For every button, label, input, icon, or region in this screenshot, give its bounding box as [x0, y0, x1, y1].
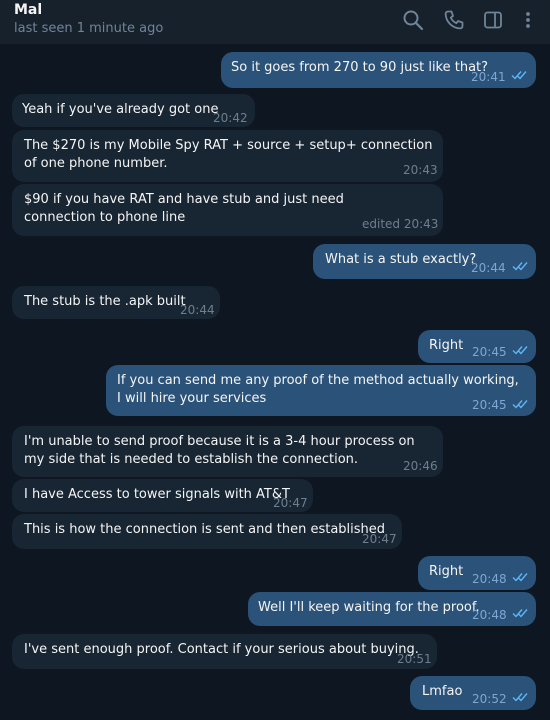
incoming-message[interactable]: $90 if you have RAT and have stub and ju… [12, 184, 443, 236]
incoming-message[interactable]: Yeah if you've already got one 20:42 [12, 94, 255, 127]
message-time: 20:48 [472, 572, 507, 586]
message-time: 20:48 [472, 608, 507, 622]
incoming-message[interactable]: The stub is the .apk built 20:44 [12, 286, 220, 319]
message-time: 20:51 [397, 652, 432, 666]
message-text: Right [429, 338, 464, 353]
read-checkmarks-icon [512, 345, 528, 355]
message-text: I have Access to tower signals with AT&T [24, 487, 290, 502]
message-text: What is a stub exactly? [325, 252, 477, 267]
read-checkmarks-icon [512, 572, 528, 582]
message-time: 20:52 [472, 692, 507, 706]
outgoing-message[interactable]: If you can send me any proof of the meth… [106, 365, 536, 416]
chat-header: Mal last seen 1 minute ago [0, 0, 550, 44]
outgoing-message[interactable]: Well I'll keep waiting for the proof. 20… [248, 592, 536, 626]
outgoing-message[interactable]: Lmfao 20:52 [410, 676, 536, 710]
outgoing-message[interactable]: Right 20:45 [418, 330, 536, 363]
sidebar-toggle-icon[interactable] [482, 9, 504, 31]
incoming-message[interactable]: This is how the connection is sent and t… [12, 514, 402, 549]
message-text: This is how the connection is sent and t… [24, 522, 386, 537]
message-text: I've sent enough proof. Contact if your … [24, 642, 419, 657]
message-text: Well I'll keep waiting for the proof. [258, 600, 480, 615]
read-checkmarks-icon [512, 608, 528, 618]
message-time: 20:47 [362, 532, 397, 546]
message-text: I'm unable to send proof because it is a… [24, 434, 415, 467]
read-checkmarks-icon [512, 261, 528, 271]
outgoing-message[interactable]: So it goes from 270 to 90 just like that… [221, 52, 536, 88]
message-text: Yeah if you've already got one [22, 102, 219, 117]
message-text: The stub is the .apk built [24, 294, 186, 309]
message-text: The $270 is my Mobile Spy RAT + source +… [24, 138, 433, 171]
message-time: 20:44 [180, 303, 215, 317]
message-time: 20:44 [471, 261, 506, 275]
incoming-message[interactable]: I have Access to tower signals with AT&T… [12, 479, 313, 512]
more-vertical-icon[interactable] [517, 9, 539, 31]
message-text: If you can send me any proof of the meth… [117, 373, 519, 406]
incoming-message[interactable]: I've sent enough proof. Contact if your … [12, 634, 437, 669]
search-icon[interactable] [402, 9, 424, 31]
contact-last-seen: last seen 1 minute ago [14, 21, 164, 36]
outgoing-message[interactable]: What is a stub exactly? 20:44 [313, 244, 536, 279]
contact-name[interactable]: Mal [14, 2, 42, 18]
message-list[interactable]: So it goes from 270 to 90 just like that… [0, 44, 550, 720]
message-time: 20:43 [403, 163, 438, 177]
message-time: 20:42 [213, 111, 248, 125]
message-time: 20:46 [403, 459, 438, 473]
read-checkmarks-icon [512, 692, 528, 702]
message-text: So it goes from 270 to 90 just like that… [231, 60, 489, 75]
message-time: 20:47 [273, 496, 308, 510]
message-time: 20:41 [471, 70, 506, 84]
message-text: $90 if you have RAT and have stub and ju… [24, 192, 344, 225]
incoming-message[interactable]: The $270 is my Mobile Spy RAT + source +… [12, 130, 443, 182]
message-time: 20:45 [472, 345, 507, 359]
outgoing-message[interactable]: Right 20:48 [418, 556, 536, 590]
message-time: 20:45 [472, 398, 507, 412]
message-text: Right [429, 564, 464, 579]
message-text: Lmfao [422, 684, 463, 699]
read-checkmarks-icon [511, 70, 527, 80]
phone-icon[interactable] [443, 9, 465, 31]
incoming-message[interactable]: I'm unable to send proof because it is a… [12, 426, 443, 477]
message-time-edited: edited 20:43 [362, 217, 439, 231]
read-checkmarks-icon [512, 399, 528, 409]
